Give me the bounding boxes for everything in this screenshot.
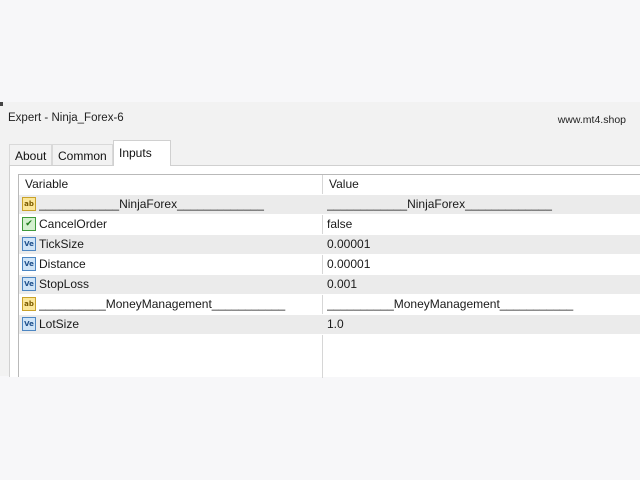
row-value[interactable]: false [327,215,637,234]
table-row[interactable]: Ve Distance 0.00001 [19,255,640,275]
row-variable: ____________NinjaForex_____________ [39,197,264,211]
double-icon: Ve [22,237,36,251]
string-icon: ab [22,197,36,211]
double-icon: Ve [22,317,36,331]
row-value[interactable]: 0.001 [327,275,637,294]
table-row[interactable]: ✔ CancelOrder false [19,215,640,235]
table-row[interactable]: Ve LotSize 1.0 [19,315,640,335]
string-icon: ab [22,297,36,311]
row-variable: Distance [39,257,86,271]
column-header-variable[interactable]: Variable [25,175,303,194]
window-title: Expert - Ninja_Forex-6 [8,112,124,124]
inputs-panel: Variable Value ab ____________NinjaForex… [9,165,640,378]
row-variable: __________MoneyManagement___________ [39,297,286,311]
inputs-table: Variable Value ab ____________NinjaForex… [18,174,640,378]
row-value[interactable]: 0.00001 [327,235,637,254]
table-row[interactable]: Ve TickSize 0.00001 [19,235,640,255]
row-value[interactable]: __________MoneyManagement___________ [327,295,637,314]
expert-properties-window: Expert - Ninja_Forex-6 www.mt4.shop Abou… [0,102,640,378]
bool-icon: ✔ [22,217,36,231]
shop-watermark: www.mt4.shop [557,114,626,126]
tab-inputs[interactable]: Inputs [113,140,171,166]
tab-about[interactable]: About [9,144,52,166]
row-value[interactable]: ____________NinjaForex_____________ [327,195,637,214]
table-row[interactable]: ab ____________NinjaForex_____________ _… [19,195,640,215]
tab-common[interactable]: Common [52,144,113,166]
table-header: Variable Value [19,175,640,195]
corner-mark [0,102,3,106]
row-variable: StopLoss [39,277,90,291]
double-icon: Ve [22,277,36,291]
table-row[interactable]: Ve StopLoss 0.001 [19,275,640,295]
row-variable: CancelOrder [39,217,108,231]
row-value[interactable]: 1.0 [327,315,637,334]
column-header-value[interactable]: Value [329,175,639,194]
row-value[interactable]: 0.00001 [327,255,637,274]
double-icon: Ve [22,257,36,271]
table-row[interactable]: ab __________MoneyManagement___________ … [19,295,640,315]
row-variable: TickSize [39,237,84,251]
row-variable: LotSize [39,317,80,331]
